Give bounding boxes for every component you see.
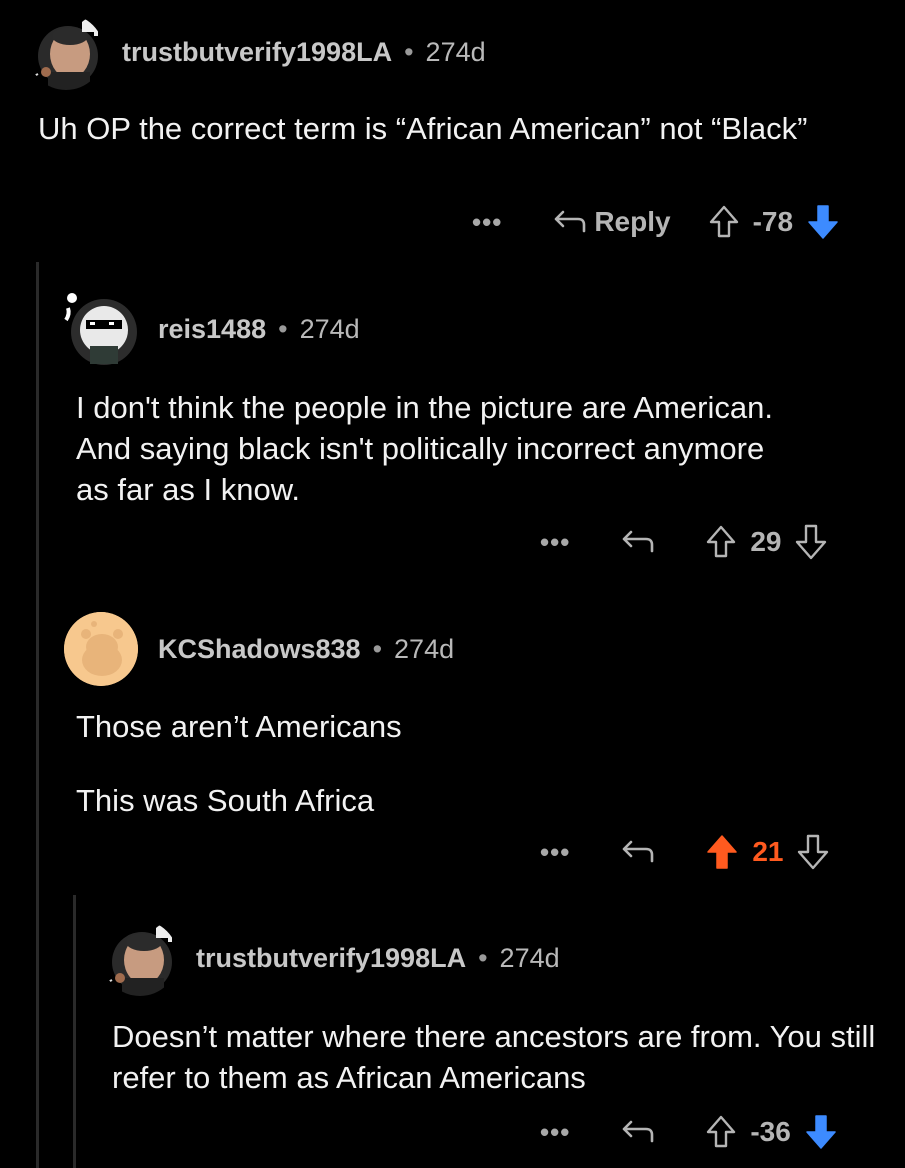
comment-paragraph: Those aren’t Americans xyxy=(76,709,402,744)
comment-body: I don't think the people in the picture … xyxy=(76,387,776,510)
reply-arrow-icon xyxy=(623,840,654,863)
separator-dot: • xyxy=(404,36,414,67)
reply-button[interactable]: Reply xyxy=(552,206,671,238)
upvote-button[interactable] xyxy=(706,1115,736,1149)
comment-age: 274d xyxy=(425,36,486,67)
comment-actions: ••• 21 xyxy=(540,830,829,874)
upvote-button[interactable] xyxy=(706,525,736,559)
separator-dot: • xyxy=(478,942,488,973)
separator-dot: • xyxy=(278,313,288,344)
upvote-arrow-icon xyxy=(707,835,738,869)
reply-label: Reply xyxy=(594,206,671,237)
comment-body: Uh OP the correct term is “African Ameri… xyxy=(38,108,838,149)
thread-line-level-2[interactable] xyxy=(73,895,76,1168)
downvote-arrow-icon xyxy=(796,524,827,560)
comment-paragraph: Uh OP the correct term is “African Ameri… xyxy=(38,111,808,146)
upvote-button[interactable] xyxy=(709,205,739,239)
reply-button[interactable] xyxy=(620,839,654,865)
downvote-button[interactable] xyxy=(795,524,827,560)
downvote-arrow-icon xyxy=(798,834,829,870)
avatar[interactable] xyxy=(64,612,138,686)
downvote-arrow-icon xyxy=(808,205,838,239)
thread-line-level-1[interactable] xyxy=(36,262,39,1168)
comment-paragraph: This was South Africa xyxy=(76,783,375,818)
comment-meta: reis1488 • 274d xyxy=(158,314,360,345)
username[interactable]: reis1488 xyxy=(158,314,266,345)
reply-arrow-icon xyxy=(623,1120,654,1143)
comment-header: KCShadows838 • 274d xyxy=(64,612,454,686)
comment-body: Doesn’t matter where there ancestors are… xyxy=(112,1016,882,1098)
comment-body: Those aren’t Americans This was South Af… xyxy=(76,706,776,821)
comment-header: trustbutverify1998LA • 274d xyxy=(102,920,560,996)
vote-score: -36 xyxy=(750,1116,791,1147)
reply-button[interactable] xyxy=(620,1119,654,1145)
more-options-button[interactable]: ••• xyxy=(540,1117,570,1148)
avatar[interactable] xyxy=(64,292,138,366)
downvote-button[interactable] xyxy=(807,204,839,240)
comment-actions: ••• 29 xyxy=(540,520,827,564)
reply-arrow-icon xyxy=(623,530,654,553)
username[interactable]: trustbutverify1998LA xyxy=(196,943,466,974)
separator-dot: • xyxy=(372,633,383,664)
vote-score: -78 xyxy=(752,206,794,237)
vote-score: 21 xyxy=(752,836,784,867)
upvote-arrow-icon xyxy=(707,525,736,558)
comment-actions: ••• Reply -78 xyxy=(472,200,839,244)
more-options-button[interactable]: ••• xyxy=(540,837,570,868)
avatar[interactable] xyxy=(102,920,178,996)
comment-meta: KCShadows838 • 274d xyxy=(158,634,454,665)
comment-header: reis1488 • 274d xyxy=(64,292,360,366)
upvote-arrow-icon xyxy=(709,205,738,238)
vote-score: 29 xyxy=(750,526,782,557)
avatar[interactable] xyxy=(28,14,104,90)
more-options-button[interactable]: ••• xyxy=(540,527,570,558)
comment-paragraph: Doesn’t matter where there ancestors are… xyxy=(112,1019,876,1095)
comment-age: 274d xyxy=(499,942,560,973)
downvote-button[interactable] xyxy=(797,834,829,870)
username[interactable]: trustbutverify1998LA xyxy=(122,37,392,68)
comment-header: trustbutverify1998LA • 274d xyxy=(28,14,486,90)
comment-actions: ••• -36 xyxy=(540,1110,837,1154)
comment-age: 274d xyxy=(394,633,455,664)
downvote-button[interactable] xyxy=(805,1114,837,1150)
reply-button[interactable] xyxy=(620,529,654,555)
comment-paragraph: I don't think the people in the picture … xyxy=(76,390,773,507)
upvote-button[interactable] xyxy=(706,834,738,870)
comment-meta: trustbutverify1998LA • 274d xyxy=(196,943,560,974)
more-options-button[interactable]: ••• xyxy=(472,207,502,238)
comment-age: 274d xyxy=(299,313,360,344)
username[interactable]: KCShadows838 xyxy=(158,634,361,665)
downvote-arrow-icon xyxy=(806,1115,836,1149)
comment-meta: trustbutverify1998LA • 274d xyxy=(122,37,486,68)
upvote-arrow-icon xyxy=(707,1115,736,1148)
reply-arrow-icon xyxy=(555,210,586,233)
